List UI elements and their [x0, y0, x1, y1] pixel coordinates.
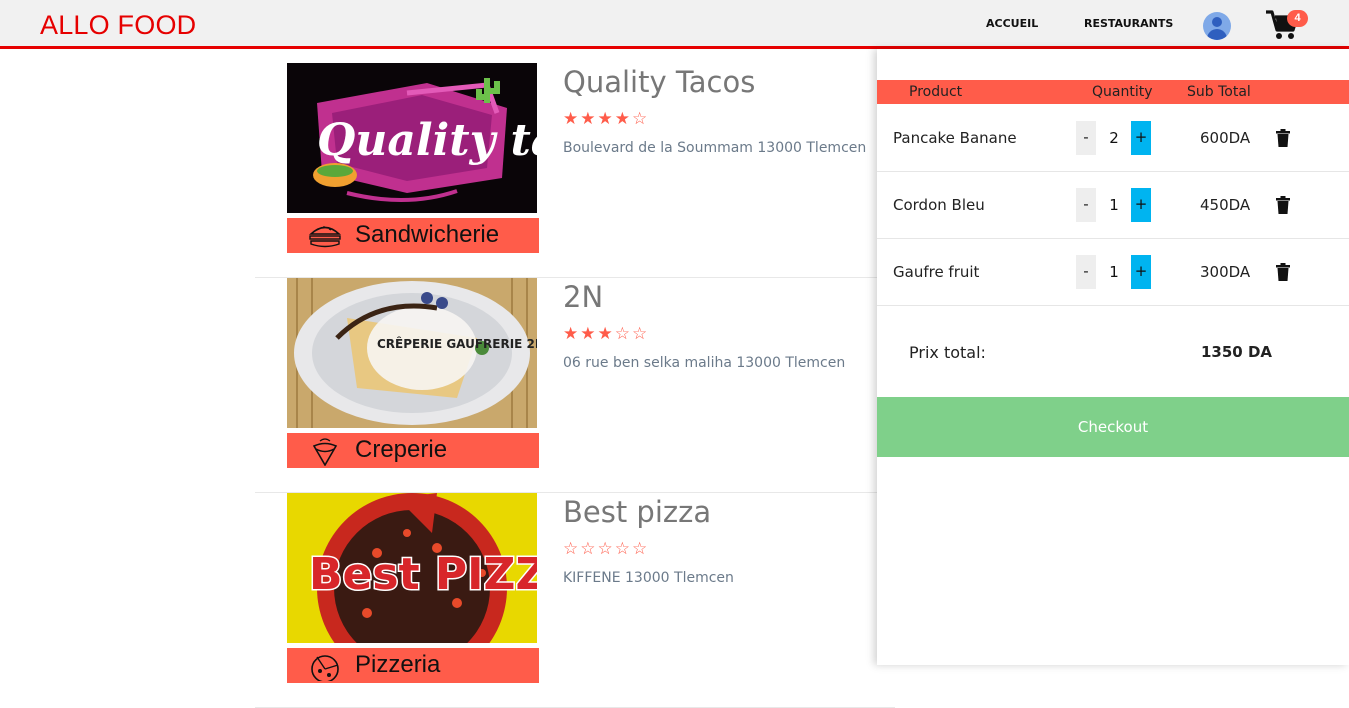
rating-stars: ☆☆☆☆☆ [563, 539, 650, 559]
restaurant-image-text: Quality tacos [317, 115, 537, 166]
cart-item-qty: 1 [1109, 263, 1119, 281]
category-badge[interactable]: Creperie [287, 433, 539, 468]
cart-item-subtotal: 600DA [1200, 129, 1251, 147]
nav-link-accueil[interactable]: ACCUEIL [986, 17, 1038, 30]
category-label: Pizzeria [355, 651, 441, 678]
category-badge[interactable]: Sandwicherie [287, 218, 539, 253]
total-value: 1350 DA [1201, 343, 1273, 361]
restaurant-image-text: CRÊPERIE GAUFRERIE 2N PROFITER DU MEILLE… [377, 336, 537, 351]
increase-qty-button[interactable]: + [1131, 255, 1151, 289]
cart-item-row: Pancake Banane - 2 + 600DA [877, 105, 1349, 172]
rating-stars: ★★★☆☆ [563, 324, 650, 344]
trash-icon[interactable] [1275, 196, 1291, 214]
restaurant-image[interactable]: Quality tacos [287, 63, 537, 213]
category-badge[interactable]: Pizzeria [287, 648, 539, 683]
header-subtotal: Sub Total [1187, 84, 1251, 100]
cart-panel: Product Quantity Sub Total Pancake Banan… [877, 49, 1349, 665]
decrease-qty-button[interactable]: - [1076, 188, 1096, 222]
site-logo[interactable]: ALLO FOOD [40, 10, 196, 41]
restaurant-name[interactable]: 2N [563, 280, 603, 314]
restaurant-address: Boulevard de la Soummam 13000 Tlemcen [563, 140, 867, 156]
rating-stars: ★★★★☆ [563, 109, 650, 129]
cart-item-row: Cordon Bleu - 1 + 450DA [877, 172, 1349, 239]
restaurant-address: 06 rue ben selka maliha 13000 Tlemcen [563, 355, 846, 371]
cart-count-badge: 4 [1287, 10, 1308, 27]
checkout-button[interactable]: Checkout [877, 397, 1349, 457]
nav-link-restaurants[interactable]: RESTAURANTS [1084, 17, 1173, 30]
increase-qty-button[interactable]: + [1131, 188, 1151, 222]
cart-item-name: Pancake Banane [893, 129, 1017, 147]
cart-item-subtotal: 450DA [1200, 196, 1251, 214]
category-label: Sandwicherie [355, 221, 500, 248]
restaurant-card[interactable]: Best PIZZA Pizzeria Best pizza ☆☆☆☆☆ KIF… [255, 493, 895, 708]
header-quantity: Quantity [1092, 84, 1153, 100]
trash-icon[interactable] [1275, 263, 1291, 281]
restaurant-image-text: Best PIZZA [309, 549, 537, 600]
cart-item-row: Gaufre fruit - 1 + 300DA [877, 239, 1349, 306]
restaurant-image[interactable]: Best PIZZA [287, 493, 537, 643]
total-label: Prix total: [909, 343, 986, 362]
category-label: Creperie [355, 436, 448, 463]
top-navbar: ALLO FOOD ACCUEIL RESTAURANTS 4 [0, 0, 1349, 49]
cart-item-qty: 2 [1109, 129, 1119, 147]
increase-qty-button[interactable]: + [1131, 121, 1151, 155]
user-avatar-icon[interactable] [1203, 12, 1231, 40]
crepe-icon [312, 438, 338, 466]
header-product: Product [909, 84, 963, 100]
burger-icon [308, 226, 342, 248]
pizza-icon [311, 655, 339, 681]
cart-table-header: Product Quantity Sub Total [877, 80, 1349, 104]
cart-item-name: Gaufre fruit [893, 263, 980, 281]
cart-item-name: Cordon Bleu [893, 196, 985, 214]
restaurant-image[interactable]: CRÊPERIE GAUFRERIE 2N PROFITER DU MEILLE… [287, 278, 537, 428]
decrease-qty-button[interactable]: - [1076, 121, 1096, 155]
restaurant-address: KIFFENE 13000 Tlemcen [563, 570, 734, 586]
restaurant-name[interactable]: Best pizza [563, 495, 711, 529]
cart-item-qty: 1 [1109, 196, 1119, 214]
restaurant-card[interactable]: Quality tacos Sandwicherie Quality Tacos… [255, 63, 895, 278]
restaurant-name[interactable]: Quality Tacos [563, 65, 755, 99]
cart-item-subtotal: 300DA [1200, 263, 1251, 281]
restaurant-card[interactable]: CRÊPERIE GAUFRERIE 2N PROFITER DU MEILLE… [255, 278, 895, 493]
decrease-qty-button[interactable]: - [1076, 255, 1096, 289]
trash-icon[interactable] [1275, 129, 1291, 147]
